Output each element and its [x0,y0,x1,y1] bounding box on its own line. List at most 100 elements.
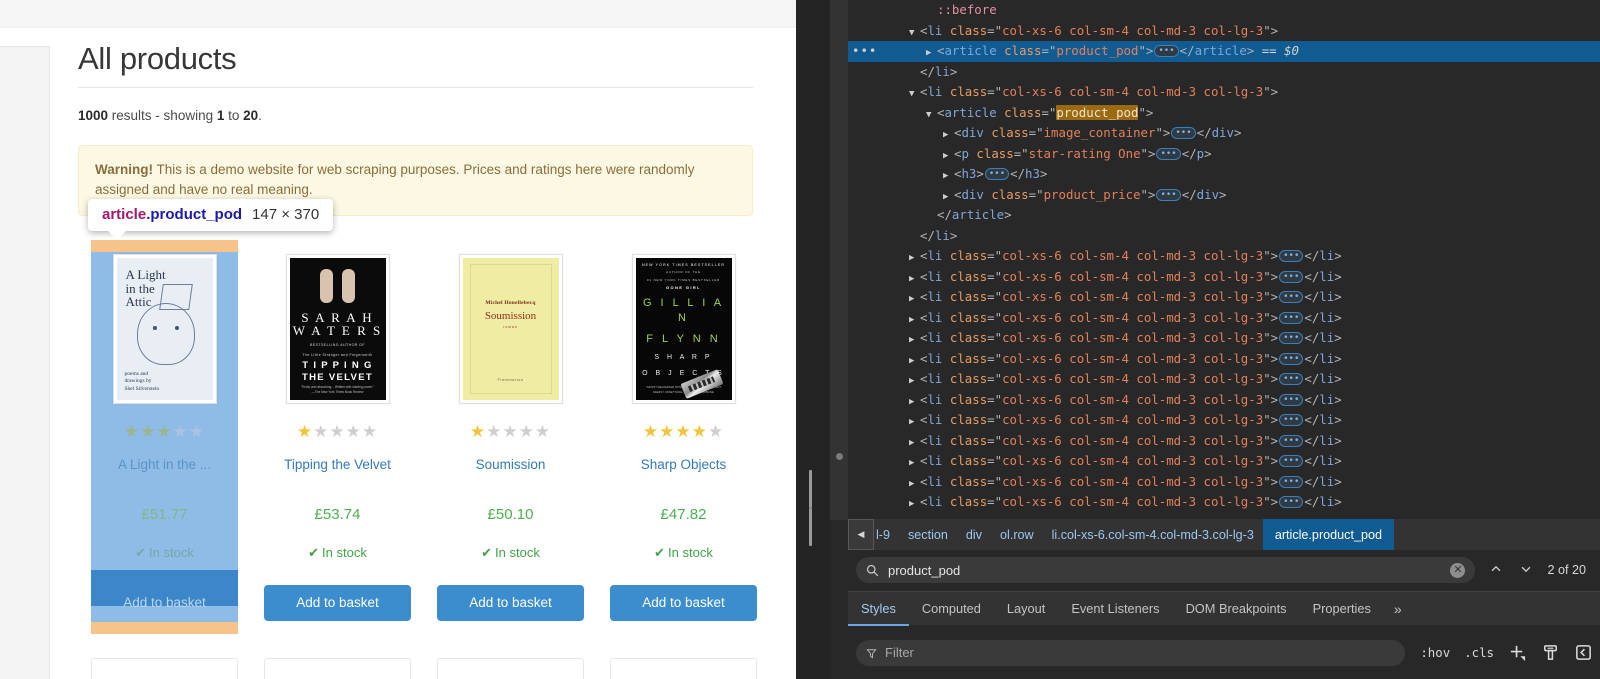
tab-computed[interactable]: Computed [909,592,994,626]
breadcrumb[interactable]: ◀ l-9sectiondivol.rowli.col-xs-6.col-sm-… [848,519,1600,550]
expand-ellipsis-icon[interactable]: ••• [1279,250,1303,262]
product-image-container[interactable]: S A R A H W A T E R S BESTSELLING AUTHOR… [264,248,411,408]
devtools-resize-handle[interactable] [796,0,830,679]
expand-ellipsis-icon[interactable]: ••• [1279,353,1303,365]
expand-ellipsis-icon[interactable]: ••• [1279,291,1303,303]
resize-grip-icon[interactable] [809,470,819,508]
expand-ellipsis-icon[interactable]: ••• [1156,148,1180,160]
tab-styles[interactable]: Styles [848,592,909,626]
twisty-icon[interactable] [926,43,937,64]
dom-node-row[interactable]: <li class="col-xs-6 col-sm-4 col-md-3 co… [848,410,1600,431]
product-title-link[interactable]: A Light in the ... [91,456,238,476]
new-style-rule-button[interactable] [1501,643,1534,662]
cls-toggle-button[interactable]: .cls [1457,645,1501,660]
dom-node-row[interactable]: <div class="image_container">•••</div> [848,123,1600,144]
product-title-link[interactable]: Sharp Objects [610,456,757,476]
expand-ellipsis-icon[interactable]: ••• [985,168,1009,180]
computed-styles-sidebar-icon[interactable] [1534,643,1567,662]
twisty-icon[interactable] [909,371,920,392]
product-cell-partial[interactable] [91,658,238,679]
twisty-icon[interactable] [909,433,920,454]
product-cell-partial[interactable] [264,658,411,679]
dom-node-row[interactable]: <li class="col-xs-6 col-sm-4 col-md-3 co… [848,369,1600,390]
dom-node-row[interactable]: <div class="product_price">•••</div> [848,185,1600,206]
dom-node-row[interactable]: <li class="col-xs-6 col-sm-4 col-md-3 co… [848,21,1600,42]
dom-node-row[interactable]: </li> [848,226,1600,247]
more-tabs-icon[interactable]: » [1384,601,1412,617]
product-pod[interactable]: S A R A H W A T E R S BESTSELLING AUTHOR… [264,240,411,621]
expand-ellipsis-icon[interactable]: ••• [1279,435,1303,447]
dom-node-row[interactable]: <li class="col-xs-6 col-sm-4 col-md-3 co… [848,328,1600,349]
breadcrumb-item-0[interactable]: l-9 [874,519,899,550]
devtools-sub-tabs[interactable]: StylesComputedLayoutEvent ListenersDOM B… [848,591,1600,625]
twisty-icon[interactable] [909,412,920,433]
breadcrumb-scroll-left-icon[interactable]: ◀ [848,519,874,550]
dom-node-row[interactable]: <h3>•••</h3> [848,164,1600,185]
expand-ellipsis-icon[interactable]: ••• [1279,332,1303,344]
tab-dom-breakpoints[interactable]: DOM Breakpoints [1173,592,1300,626]
add-to-basket-button[interactable]: Add to basket [610,585,757,621]
tab-properties[interactable]: Properties [1300,592,1384,626]
product-cell-partial[interactable] [610,658,757,679]
expand-ellipsis-icon[interactable]: ••• [1279,414,1303,426]
dom-node-row[interactable]: <li class="col-xs-6 col-sm-4 col-md-3 co… [848,390,1600,411]
tab-event-listeners[interactable]: Event Listeners [1058,592,1172,626]
expand-ellipsis-icon[interactable]: ••• [1279,496,1303,508]
twisty-icon[interactable] [943,146,954,167]
twisty-icon[interactable] [909,351,920,372]
expand-ellipsis-icon[interactable]: ••• [1156,189,1180,201]
clear-search-icon[interactable]: ✕ [1450,563,1465,578]
breadcrumb-item-1[interactable]: section [899,519,957,550]
search-prev-button[interactable] [1481,562,1511,578]
dom-node-row[interactable]: <li class="col-xs-6 col-sm-4 col-md-3 co… [848,513,1600,517]
dom-node-row[interactable]: <article class="product_pod"> [848,103,1600,124]
twisty-icon[interactable] [909,289,920,310]
row-ellipsis-icon[interactable]: ••• [852,41,877,62]
add-to-basket-button[interactable]: Add to basket [91,585,238,621]
product-image-container[interactable]: A Light in the Attic poems [91,248,238,408]
toggle-element-state-icon[interactable] [1567,643,1600,662]
twisty-icon[interactable] [909,269,920,290]
dom-node-row-selected[interactable]: •••<article class="product_pod">•••</art… [848,41,1600,62]
twisty-icon[interactable] [909,330,920,351]
add-to-basket-button[interactable]: Add to basket [437,585,584,621]
expand-ellipsis-icon[interactable]: ••• [1279,476,1303,488]
twisty-icon[interactable] [909,453,920,474]
expand-ellipsis-icon[interactable]: ••• [1171,127,1195,139]
dom-node-row[interactable]: <li class="col-xs-6 col-sm-4 col-md-3 co… [848,308,1600,329]
product-pod-highlighted[interactable]: A Light in the Attic poems [91,240,238,621]
twisty-icon[interactable] [909,474,920,495]
filter-input[interactable]: Filter [856,640,1405,666]
search-next-button[interactable] [1511,562,1541,578]
twisty-icon[interactable] [926,105,937,126]
dom-node-row[interactable]: <li class="col-xs-6 col-sm-4 col-md-3 co… [848,82,1600,103]
twisty-icon[interactable] [943,166,954,187]
twisty-icon[interactable] [943,187,954,208]
expand-ellipsis-icon[interactable]: ••• [1279,312,1303,324]
twisty-icon[interactable] [943,125,954,146]
twisty-icon[interactable] [909,515,920,517]
breadcrumb-item-3[interactable]: ol.row [991,519,1043,550]
breadcrumb-item-2[interactable]: div [957,519,991,550]
dom-node-row[interactable]: </li> [848,62,1600,83]
dom-node-row[interactable]: <li class="col-xs-6 col-sm-4 col-md-3 co… [848,287,1600,308]
twisty-icon[interactable] [909,23,920,44]
dom-node-row[interactable]: <li class="col-xs-6 col-sm-4 col-md-3 co… [848,451,1600,472]
expand-ellipsis-icon[interactable]: ••• [1154,45,1178,57]
breadcrumb-item-4[interactable]: li.col-xs-6.col-sm-4.col-md-3.col-lg-3 [1043,519,1263,550]
dom-node-row[interactable]: <li class="col-xs-6 col-sm-4 col-md-3 co… [848,431,1600,452]
breadcrumb-item-active[interactable]: article.product_pod [1263,519,1394,550]
dom-node-row[interactable]: <li class="col-xs-6 col-sm-4 col-md-3 co… [848,472,1600,493]
twisty-icon[interactable] [909,84,920,105]
product-image-container[interactable]: NEW YORK TIMES BESTSELLER AUTHOR OF THE … [610,248,757,408]
dom-node-row[interactable]: ::before [848,0,1600,21]
expand-ellipsis-icon[interactable]: ••• [1279,394,1303,406]
dom-node-row[interactable]: </article> [848,205,1600,226]
product-image-container[interactable]: Michel Houellebecq Soumission roman Flam… [437,248,584,408]
product-pod[interactable]: Michel Houellebecq Soumission roman Flam… [437,240,584,621]
add-to-basket-button[interactable]: Add to basket [264,585,411,621]
expand-ellipsis-icon[interactable]: ••• [1279,271,1303,283]
search-input[interactable]: product_pod ✕ [856,557,1475,583]
hov-toggle-button[interactable]: :hov [1413,645,1457,660]
dom-node-row[interactable]: <p class="star-rating One">•••</p> [848,144,1600,165]
